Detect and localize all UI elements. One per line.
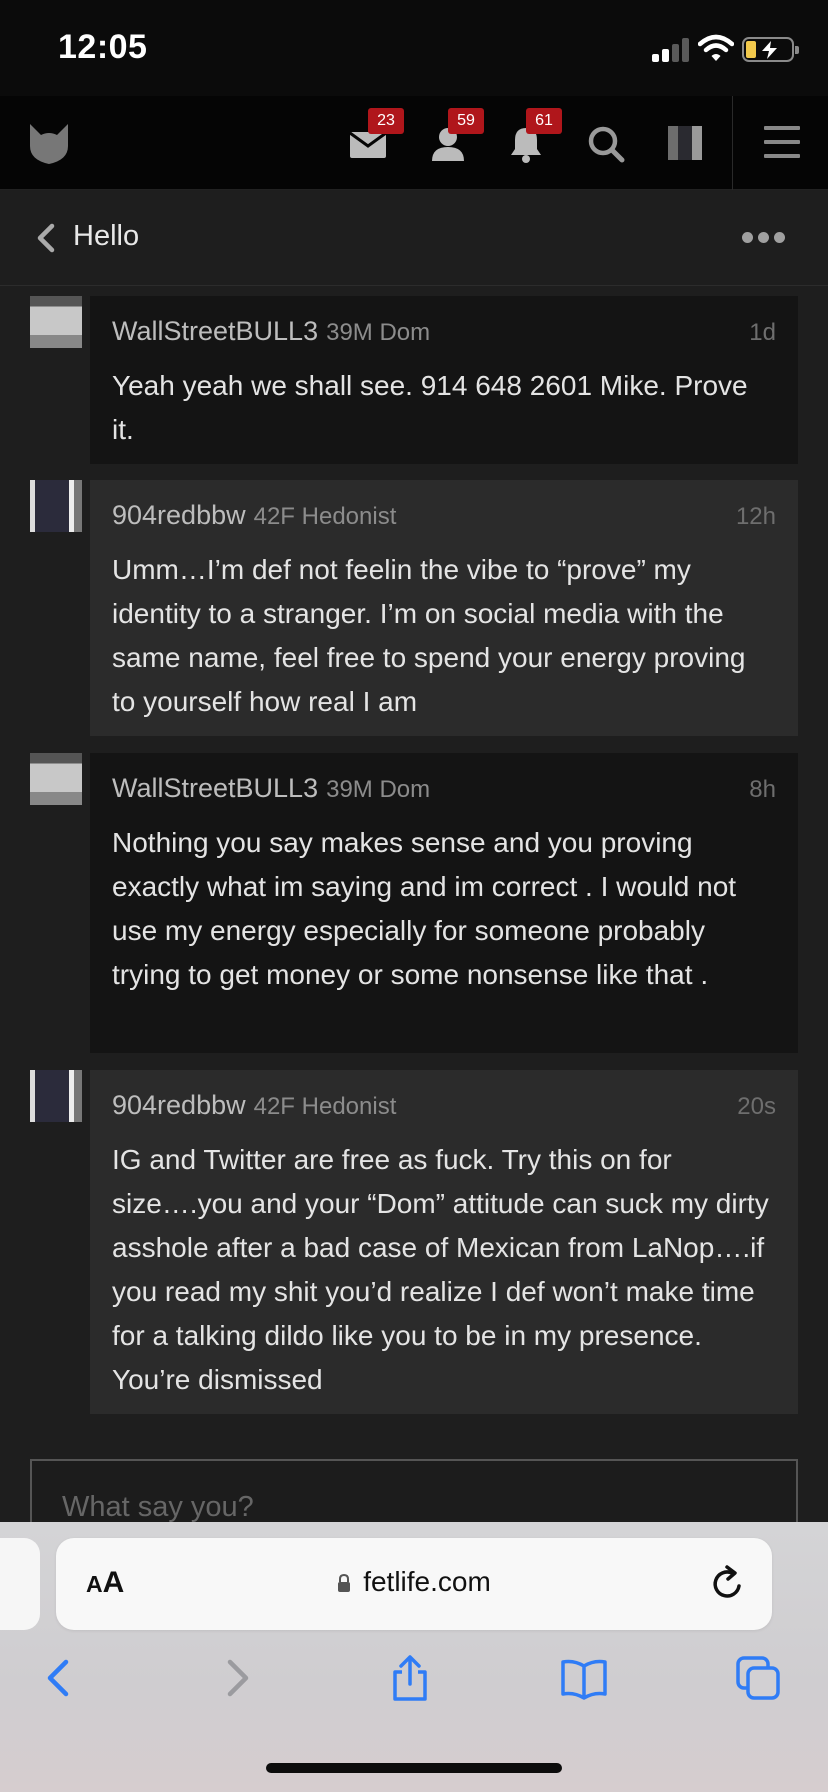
- browser-chrome: AA fetlife.com: [0, 1522, 828, 1792]
- nav-divider: [732, 96, 733, 190]
- app-navbar: 23 59 61: [0, 96, 828, 190]
- message-timestamp: 1d: [749, 319, 776, 346]
- status-bar: 12:05: [0, 0, 828, 96]
- message-timestamp: 20s: [737, 1093, 776, 1120]
- forward-icon[interactable]: [212, 1654, 260, 1702]
- message-username[interactable]: WallStreetBULL3: [112, 773, 318, 804]
- more-options-icon[interactable]: [742, 230, 786, 244]
- message-user-meta: 42F Hedonist: [253, 503, 397, 530]
- back-icon[interactable]: [36, 1654, 84, 1702]
- bookmarks-icon[interactable]: [560, 1654, 608, 1702]
- message-timestamp: 12h: [735, 503, 776, 530]
- message-body: IG and Twitter are free as fuck. Try thi…: [112, 1144, 769, 1395]
- message-username[interactable]: WallStreetBULL3: [112, 316, 318, 347]
- message-body: Umm…I’m def not feelin the vibe to “prov…: [112, 554, 746, 717]
- search-button[interactable]: [586, 124, 626, 164]
- lock-icon: [337, 1567, 351, 1592]
- url-text: fetlife.com: [363, 1566, 491, 1597]
- notifications-count-badge: 61: [526, 108, 562, 134]
- previous-tab-preview[interactable]: [0, 1538, 40, 1630]
- message-body: Yeah yeah we shall see. 914 648 2601 Mik…: [112, 370, 748, 445]
- hamburger-menu-icon[interactable]: [764, 126, 800, 158]
- address-bar[interactable]: AA fetlife.com: [56, 1538, 772, 1630]
- message-bubble: 904redbbw 42F Hedonist 12h Umm…I’m def n…: [90, 480, 798, 736]
- message-bubble: WallStreetBULL3 39M Dom 1d Yeah yeah we …: [90, 296, 798, 464]
- message-username[interactable]: 904redbbw: [112, 500, 246, 531]
- avatar[interactable]: [30, 480, 82, 532]
- message-user-meta: 39M Dom: [326, 319, 431, 346]
- tabs-icon[interactable]: [734, 1654, 782, 1702]
- home-indicator: [266, 1763, 562, 1773]
- message-bubble: 904redbbw 42F Hedonist 20s IG and Twitte…: [90, 1070, 798, 1414]
- message-body: Nothing you say makes sense and you prov…: [112, 827, 737, 990]
- message-user-meta: 42F Hedonist: [253, 1093, 397, 1120]
- friends-count-badge: 59: [448, 108, 484, 134]
- battery-charging-icon: [742, 37, 799, 62]
- message-username[interactable]: 904redbbw: [112, 1090, 246, 1121]
- avatar[interactable]: [30, 1070, 82, 1122]
- message-timestamp: 8h: [749, 776, 776, 803]
- url-display[interactable]: fetlife.com: [56, 1566, 772, 1598]
- signal-strength-icon: [652, 38, 690, 62]
- message-bubble: WallStreetBULL3 39M Dom 8h Nothing you s…: [90, 753, 798, 1053]
- conversation-title: Hello: [73, 220, 140, 252]
- avatar[interactable]: [30, 296, 82, 348]
- status-time: 12:05: [58, 28, 148, 66]
- messages-count-badge: 23: [368, 108, 404, 134]
- reload-icon[interactable]: [710, 1564, 746, 1602]
- profile-avatar[interactable]: [668, 126, 702, 160]
- back-chevron-icon[interactable]: [32, 222, 60, 254]
- share-icon[interactable]: [386, 1654, 434, 1702]
- wifi-icon: [697, 34, 735, 64]
- fetlife-logo-icon[interactable]: [26, 120, 72, 166]
- message-user-meta: 39M Dom: [326, 776, 431, 803]
- conversation-header: Hello: [0, 190, 828, 286]
- search-icon: [588, 126, 625, 163]
- avatar[interactable]: [30, 753, 82, 805]
